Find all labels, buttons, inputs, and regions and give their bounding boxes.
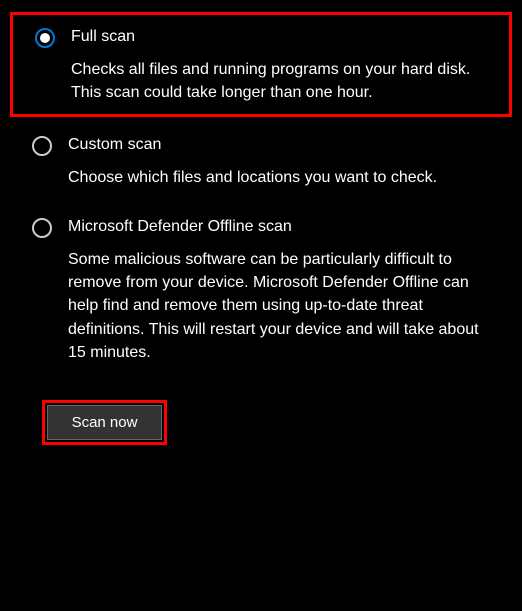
radio-button-custom-scan[interactable] <box>32 136 52 156</box>
scan-button-highlight: Scan now <box>42 400 167 445</box>
option-label-offline-scan: Microsoft Defender Offline scan <box>68 217 494 238</box>
option-description-offline-scan: Some malicious software can be particula… <box>68 248 494 364</box>
option-content: Custom scan Choose which files and locat… <box>68 135 494 189</box>
button-row: Scan now <box>10 400 512 445</box>
scan-option-full-scan[interactable]: Full scan Checks all files and running p… <box>10 12 512 117</box>
radio-button-offline-scan[interactable] <box>32 218 52 238</box>
option-description-full-scan: Checks all files and running programs on… <box>71 58 491 104</box>
radio-button-full-scan[interactable] <box>35 28 55 48</box>
scan-now-button[interactable]: Scan now <box>47 405 162 440</box>
scan-options-list: Full scan Checks all files and running p… <box>10 12 512 380</box>
option-label-full-scan: Full scan <box>71 27 491 48</box>
scan-option-custom-scan[interactable]: Custom scan Choose which files and locat… <box>10 123 512 199</box>
option-content: Microsoft Defender Offline scan Some mal… <box>68 217 494 364</box>
option-content: Full scan Checks all files and running p… <box>71 27 491 104</box>
option-description-custom-scan: Choose which files and locations you wan… <box>68 166 494 189</box>
option-label-custom-scan: Custom scan <box>68 135 494 156</box>
scan-option-offline-scan[interactable]: Microsoft Defender Offline scan Some mal… <box>10 205 512 374</box>
